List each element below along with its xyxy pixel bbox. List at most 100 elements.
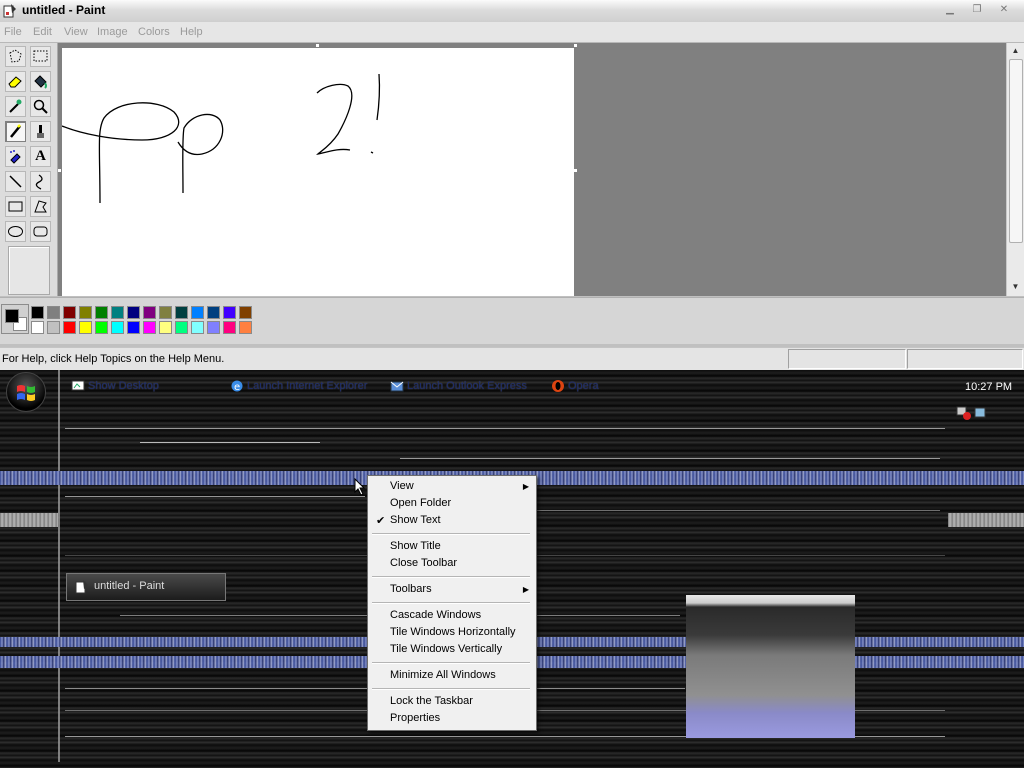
resize-handle[interactable] (62, 48, 65, 51)
palette-color-swatch[interactable] (191, 321, 204, 334)
polygon-tool[interactable] (30, 196, 51, 217)
menu-item-close-toolbar[interactable]: Close Toolbar (390, 557, 457, 569)
menu-item-toolbars[interactable]: Toolbars (390, 583, 432, 595)
palette-color-swatch[interactable] (47, 306, 60, 319)
palette-color-swatch[interactable] (223, 306, 236, 319)
taskbar-button-paint[interactable]: untitled - Paint (66, 573, 226, 601)
scroll-thumb[interactable] (1009, 59, 1023, 243)
palette-color-swatch[interactable] (239, 306, 252, 319)
quick-launch-outlook-express[interactable]: Launch Outlook Express (407, 380, 527, 392)
curve-tool[interactable] (30, 171, 51, 192)
palette-color-swatch[interactable] (159, 321, 172, 334)
palette-color-swatch[interactable] (175, 321, 188, 334)
palette-color-swatch[interactable] (207, 321, 220, 334)
menu-colors[interactable]: Colors (138, 26, 170, 38)
palette-color-swatch[interactable] (127, 321, 140, 334)
menu-item-show-title[interactable]: Show Title (390, 540, 441, 552)
palette-color-swatch[interactable] (207, 306, 220, 319)
resize-handle[interactable] (58, 169, 61, 172)
maximize-button[interactable]: ❐ (968, 3, 986, 17)
title-bar[interactable]: untitled - Paint ▁ ❐ ✕ (0, 0, 1024, 23)
palette-color-swatch[interactable] (191, 306, 204, 319)
palette-color-swatch[interactable] (31, 321, 44, 334)
drawing-canvas[interactable] (58, 44, 577, 296)
menu-separator (372, 602, 530, 604)
show-desktop-icon[interactable] (71, 379, 85, 393)
window-title: untitled - Paint (22, 3, 106, 17)
vertical-scrollbar[interactable]: ▲ ▼ (1006, 43, 1024, 296)
palette-color-swatch[interactable] (127, 306, 140, 319)
system-clock[interactable]: 10:27 PM (965, 381, 1012, 393)
menu-item-view[interactable]: View (390, 480, 414, 492)
quick-launch-show-desktop[interactable]: Show Desktop (88, 380, 159, 392)
palette-color-swatch[interactable] (31, 306, 44, 319)
magnifier-tool[interactable] (30, 96, 51, 117)
brush-tool[interactable] (30, 121, 51, 142)
network-tray-icon[interactable] (955, 404, 989, 422)
paint-window: untitled - Paint ▁ ❐ ✕ File Edit View Im… (0, 0, 1024, 370)
taskbar-button-label: untitled - Paint (94, 580, 165, 592)
outlook-express-icon[interactable] (390, 379, 404, 393)
start-button[interactable] (6, 372, 46, 412)
select-icon (33, 50, 48, 62)
tool-options-box[interactable] (8, 246, 50, 295)
text-tool[interactable]: A (30, 146, 51, 167)
palette-color-swatch[interactable] (143, 321, 156, 334)
status-panel-coords (788, 349, 906, 369)
pick-color-icon (9, 99, 22, 113)
close-button[interactable]: ✕ (995, 3, 1013, 17)
palette-color-swatch[interactable] (47, 321, 60, 334)
palette-color-swatch[interactable] (111, 306, 124, 319)
ellipse-tool[interactable] (5, 221, 26, 242)
fill-tool[interactable] (30, 71, 51, 92)
paint-app-icon (3, 4, 16, 18)
pick-color-tool[interactable] (5, 96, 26, 117)
menu-item-cascade-windows[interactable]: Cascade Windows (390, 609, 481, 621)
opera-icon[interactable] (551, 379, 565, 393)
palette-color-swatch[interactable] (223, 321, 236, 334)
palette-color-swatch[interactable] (143, 306, 156, 319)
palette-color-swatch[interactable] (79, 306, 92, 319)
pencil-tool[interactable] (5, 121, 26, 142)
line-tool[interactable] (5, 171, 26, 192)
minimize-button[interactable]: ▁ (941, 3, 959, 17)
menu-item-tile-vertically[interactable]: Tile Windows Vertically (390, 643, 502, 655)
quick-launch-internet-explorer[interactable]: Launch Internet Explorer (247, 380, 367, 392)
free-form-select-tool[interactable] (5, 46, 26, 67)
palette-color-swatch[interactable] (79, 321, 92, 334)
menu-item-minimize-all[interactable]: Minimize All Windows (390, 669, 496, 681)
menu-image[interactable]: Image (97, 26, 128, 38)
select-tool[interactable] (30, 46, 51, 67)
eraser-tool[interactable] (5, 71, 26, 92)
menu-bar: File Edit View Image Colors Help (0, 22, 1024, 43)
menu-file[interactable]: File (4, 26, 22, 38)
palette-color-swatch[interactable] (95, 321, 108, 334)
status-bar: For Help, click Help Topics on the Help … (0, 347, 1024, 370)
menu-item-lock-taskbar[interactable]: Lock the Taskbar (390, 695, 473, 707)
rounded-rectangle-tool[interactable] (30, 221, 51, 242)
menu-item-properties[interactable]: Properties (390, 712, 440, 724)
menu-help[interactable]: Help (180, 26, 203, 38)
menu-view[interactable]: View (64, 26, 88, 38)
airbrush-tool[interactable] (5, 146, 26, 167)
quick-launch-opera[interactable]: Opera (568, 380, 599, 392)
svg-text:e: e (234, 382, 240, 393)
palette-color-swatch[interactable] (159, 306, 172, 319)
palette-color-swatch[interactable] (63, 321, 76, 334)
palette-color-swatch[interactable] (239, 321, 252, 334)
menu-item-tile-horizontally[interactable]: Tile Windows Horizontally (390, 626, 516, 638)
palette-color-swatch[interactable] (95, 306, 108, 319)
scroll-down-arrow-icon[interactable]: ▼ (1007, 279, 1024, 294)
scroll-up-arrow-icon[interactable]: ▲ (1007, 43, 1024, 58)
palette-color-swatch[interactable] (63, 306, 76, 319)
resize-handle[interactable] (316, 44, 319, 47)
resize-handle[interactable] (574, 44, 577, 47)
rectangle-tool[interactable] (5, 196, 26, 217)
palette-color-swatch[interactable] (111, 321, 124, 334)
menu-item-open-folder[interactable]: Open Folder (390, 497, 451, 509)
menu-item-show-text[interactable]: Show Text (390, 514, 441, 526)
resize-handle[interactable] (574, 169, 577, 172)
palette-color-swatch[interactable] (175, 306, 188, 319)
menu-edit[interactable]: Edit (33, 26, 52, 38)
internet-explorer-icon[interactable]: e (230, 379, 244, 393)
